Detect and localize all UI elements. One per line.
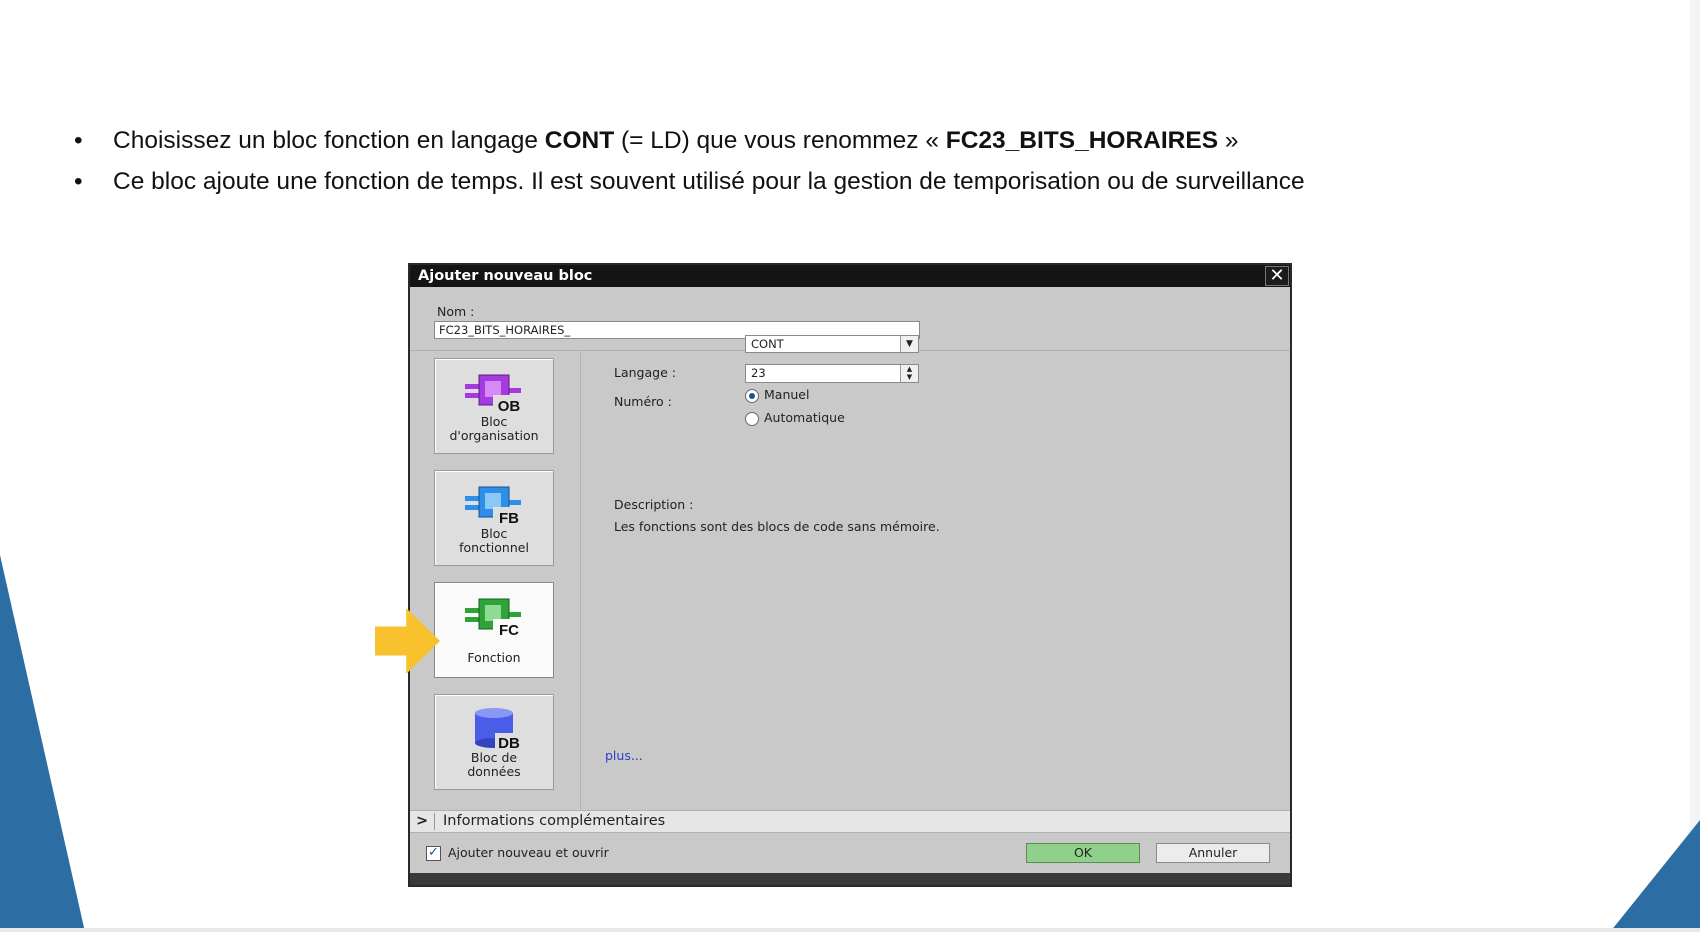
block-type-caption: Bloc d'organisation	[435, 415, 553, 443]
block-type-caption: Bloc de données	[435, 751, 553, 779]
dialog-titlebar: Ajouter nouveau bloc ✕	[410, 265, 1290, 287]
dialog-bottom-border	[410, 873, 1290, 885]
page-right-edge	[1690, 0, 1700, 932]
additional-info-label: Informations complémentaires	[443, 813, 666, 829]
db-block-icon: DB	[475, 708, 523, 751]
description-text: Les fonctions sont des blocs de code san…	[614, 519, 940, 534]
bullet-item: • Choisissez un bloc fonction en langage…	[72, 120, 1305, 161]
chevron-right-icon[interactable]: >	[416, 811, 432, 832]
block-type-db[interactable]: DB Bloc de données	[434, 694, 554, 790]
radio-automatic-label: Automatique	[764, 410, 845, 425]
more-link[interactable]: plus...	[605, 748, 643, 763]
page-bottom-line	[0, 928, 1700, 932]
block-type-ob[interactable]: OB Bloc d'organisation	[434, 358, 554, 454]
stepper-arrows-icon[interactable]: ▲ ▼	[900, 365, 918, 382]
block-badge: FC	[499, 622, 519, 639]
name-label: Nom :	[437, 304, 475, 319]
bullet-text: Choisissez un bloc fonction en langage	[113, 127, 545, 154]
bullet-text: »	[1218, 127, 1239, 154]
caption-line: Fonction	[467, 650, 521, 665]
number-value: 23	[751, 366, 766, 380]
block-type-caption: Fonction	[435, 651, 553, 665]
block-badge: OB	[498, 398, 521, 415]
add-and-open-checkbox[interactable]: ✓	[426, 846, 441, 861]
caption-line: données	[467, 764, 521, 779]
radio-automatic[interactable]: Automatique	[745, 410, 845, 426]
add-block-dialog: Ajouter nouveau bloc ✕ Nom : FC23_BITS_H…	[408, 263, 1292, 887]
dialog-title: Ajouter nouveau bloc	[418, 268, 593, 284]
caption-line: fonctionnel	[459, 540, 529, 555]
block-badge: FB	[499, 510, 519, 527]
fb-block-icon: FB	[465, 486, 523, 527]
decor-triangle-left	[0, 555, 85, 932]
bullet-bold-language: CONT	[544, 127, 615, 154]
block-badge: DB	[498, 735, 520, 751]
bullet-bold-blockname: FC23_BITS_HORAIRES	[945, 127, 1219, 154]
caption-line: Bloc	[480, 414, 508, 429]
chevron-down-icon[interactable]: ▼	[900, 336, 918, 352]
radio-manual-label: Manuel	[764, 387, 810, 402]
caption-line: d'organisation	[449, 428, 539, 443]
language-label: Langage :	[614, 365, 676, 380]
cancel-button[interactable]: Annuler	[1156, 843, 1270, 863]
block-type-list: OB Bloc d'organisation FB Bloc fonctionn…	[410, 351, 581, 809]
ok-button[interactable]: OK	[1026, 843, 1140, 863]
radio-selected-icon[interactable]	[745, 388, 759, 403]
fc-block-icon: FC	[465, 598, 523, 639]
close-icon: ✕	[1269, 265, 1285, 286]
additional-info-bar[interactable]: > Informations complémentaires	[410, 810, 1290, 833]
block-type-fb[interactable]: FB Bloc fonctionnel	[434, 470, 554, 566]
block-type-caption: Bloc fonctionnel	[435, 527, 553, 555]
block-type-fc[interactable]: FC Fonction	[434, 582, 554, 678]
radio-manual[interactable]: Manuel	[745, 387, 809, 403]
decor-triangle-right	[1610, 820, 1700, 932]
language-value: CONT	[751, 337, 784, 351]
ob-block-icon: OB	[465, 374, 523, 415]
number-label: Numéro :	[614, 394, 672, 409]
close-button[interactable]: ✕	[1265, 266, 1289, 286]
caption-line: Bloc	[480, 526, 508, 541]
bullet-item: • Ce bloc ajoute une fonction de temps. …	[72, 161, 1305, 202]
radio-unselected-icon[interactable]	[745, 411, 759, 426]
language-select[interactable]: CONT ▼	[745, 335, 919, 353]
bullet-text: (= LD) que vous renommez «	[614, 127, 946, 154]
bullet-text: Ce bloc ajoute une fonction de temps. Il…	[113, 168, 1305, 195]
description-label: Description :	[614, 497, 694, 512]
add-and-open-label: Ajouter nouveau et ouvrir	[448, 845, 609, 860]
info-divider	[434, 813, 435, 830]
bullet-dot: •	[74, 127, 83, 154]
slide-bullet-list: • Choisissez un bloc fonction en langage…	[72, 120, 1305, 202]
number-stepper[interactable]: 23 ▲ ▼	[745, 364, 919, 383]
dialog-footer: ✓ Ajouter nouveau et ouvrir OK Annuler	[410, 833, 1290, 873]
bullet-dot: •	[74, 168, 83, 195]
caption-line: Bloc de	[470, 750, 518, 765]
